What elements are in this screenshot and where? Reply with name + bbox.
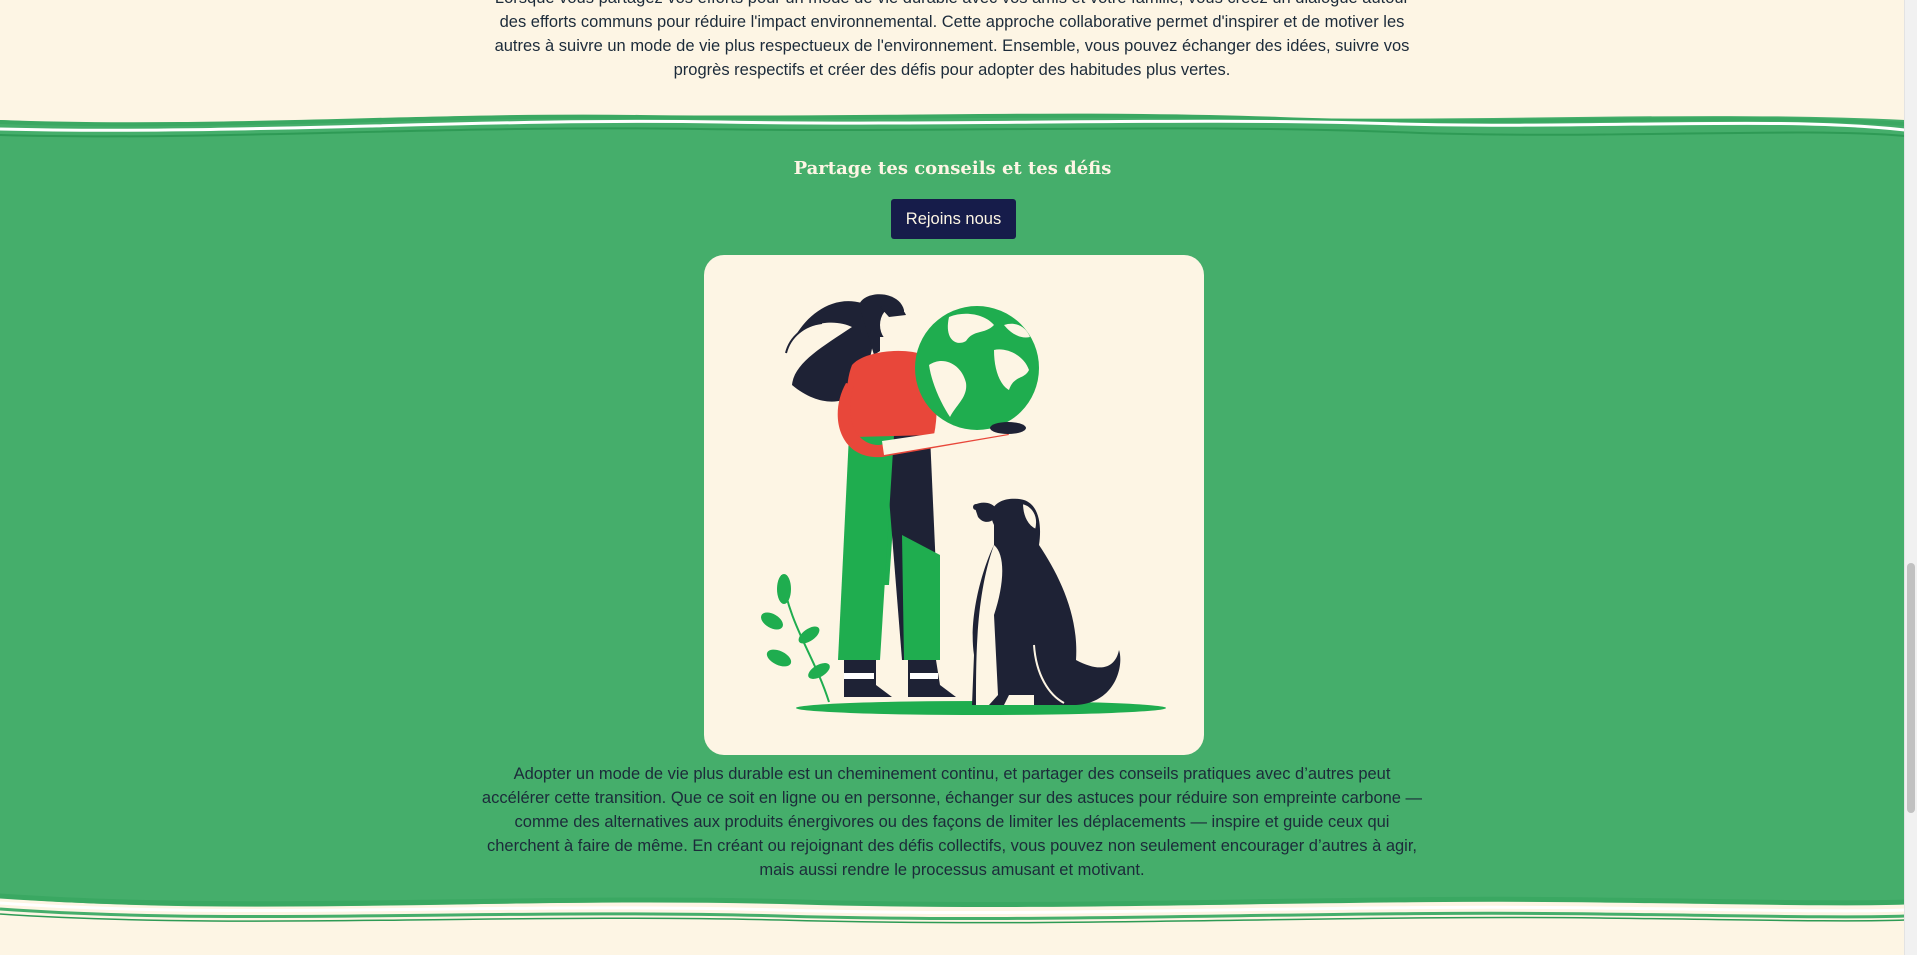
page: Lorsque vous partagez vos efforts pour u… [0, 0, 1905, 955]
bottom-wave-divider [0, 893, 1905, 955]
share-paragraph: Adopter un mode de vie plus durable est … [481, 765, 1423, 879]
intro-paragraph: Lorsque vous partagez vos efforts pour u… [494, 0, 1410, 79]
illustration-card [704, 255, 1204, 755]
scrollbar-thumb[interactable] [1907, 563, 1915, 813]
join-button[interactable]: Rejoins nous [891, 199, 1016, 239]
vertical-scrollbar[interactable] [1904, 0, 1917, 955]
section-title: Partage tes conseils et tes défis [793, 158, 1112, 179]
top-wave-divider [0, 108, 1905, 138]
woman-holding-globe-with-dog-icon [761, 294, 1166, 715]
